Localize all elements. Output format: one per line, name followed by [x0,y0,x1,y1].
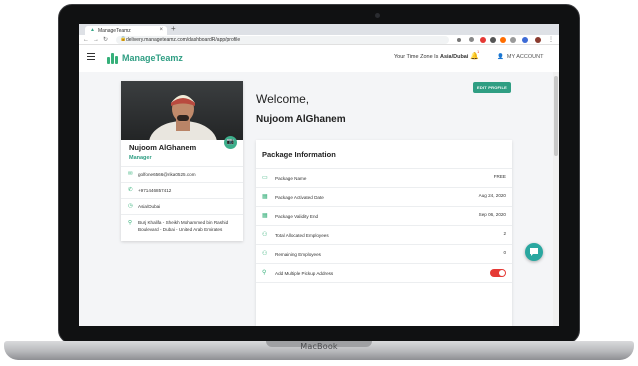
key-icon[interactable] [457,38,461,42]
package-row: ▦ Package Validity End Sep 06, 2020 [256,206,512,225]
notification-badge: 1 [477,49,480,54]
screen: ▲ ManageTeamz × + ← → ↻ 🔒 delivery.manag… [79,24,559,326]
timezone-display: Your Time Zone Is Asia/Dubai [394,54,468,60]
clock-icon: ◷ [128,203,133,209]
profile-timezone: Asia/Dubai [138,204,161,209]
package-icon: ▭ [262,175,268,181]
package-row: ▭ Package Name FREE [256,168,512,187]
package-row-label: Package Activated Date [275,195,324,200]
change-photo-button[interactable]: 📷 [224,136,237,149]
profile-address: Burj Khalifa - Sheikh Mohammed bin Rashi… [138,220,229,232]
package-row-value: Aug 24, 2020 [478,193,506,198]
user-icon: 👤 [497,54,504,60]
profile-timezone-row: ◷ Asia/Dubai [121,198,243,214]
profile-phone: +971446857412 [138,188,172,193]
package-row-value: 2 [503,231,506,236]
package-card: Package Information ▭ Package Name FREE … [256,140,512,326]
package-row: ⚇ Remaining Employees 0 [256,244,512,263]
logo-icon [107,52,119,64]
profile-phone-row: ✆ +971446857412 [121,182,243,198]
lock-icon: 🔒 [120,36,127,42]
brand-name: ManageTeamz [122,53,183,63]
mail-icon: ✉ [128,171,133,177]
reload-icon[interactable]: ↻ [103,35,108,45]
close-tab-icon[interactable]: × [159,27,163,33]
star-icon[interactable] [469,37,474,42]
profile-role: Manager [129,155,152,161]
app-header: ManageTeamz Your Time Zone Is Asia/Dubai… [79,45,559,72]
profile-photo [121,81,243,140]
my-account-button[interactable]: 👤 MY ACCOUNT [497,54,543,60]
browser-address-bar: ← → ↻ 🔒 delivery.manageteamz.com/dashboa… [79,35,559,45]
account-label: MY ACCOUNT [506,54,544,60]
remaining-employees-icon: ⚇ [262,251,268,257]
welcome-user-name: Nujoom AlGhanem [256,114,346,125]
extension-orange-icon[interactable] [500,37,506,43]
chat-button[interactable] [525,243,543,261]
forward-icon[interactable]: → [93,35,99,45]
multiple-pickup-toggle[interactable] [490,269,506,277]
browser-tab[interactable]: ▲ ManageTeamz × [85,26,167,35]
package-row: ⚇ Total Allocated Employees 2 [256,225,512,244]
calendar-icon: ▦ [262,194,268,200]
avatar[interactable] [535,37,541,43]
package-row-value: FREE [493,174,506,179]
profile-email: golfone6566@rika0525.com [138,172,196,177]
url-text: delivery.manageteamz.com/dashboardR/app/… [126,37,241,43]
package-row-value: 0 [503,250,506,255]
extension-grey-icon[interactable] [510,37,516,43]
package-row-value: Sep 06, 2020 [478,212,506,217]
browser-tabbar: ▲ ManageTeamz × + [79,24,559,35]
package-row-label: Add Multiple Pickup Address [275,271,334,276]
brand-logo[interactable]: ManageTeamz [107,52,183,64]
package-title: Package Information [262,150,336,159]
location-pin-icon: ⚲ [128,220,133,226]
package-row: ▦ Package Activated Date Aug 24, 2020 [256,187,512,206]
device-label: MacBook [300,342,338,351]
package-row-label: Total Allocated Employees [275,233,329,238]
profile-address-row: ⚲ Burj Khalifa - Sheikh Mohammed bin Ras… [121,214,243,241]
profile-email-row: ✉ golfone6566@rika0525.com [121,166,243,182]
extension-red-icon[interactable] [480,37,486,43]
new-tab-icon[interactable]: + [171,24,176,33]
profile-card: 📷 Nujoom AlGhanem Manager ✉ golfone6566@… [121,81,243,241]
tab-title: ManageTeamz [98,28,131,34]
timezone-value: Asia/Dubai [439,54,469,60]
package-row-label: Package Validity End [275,214,319,219]
calendar-end-icon: ▦ [262,213,268,219]
extension-dark-icon[interactable] [490,37,496,43]
package-row [256,282,512,301]
timezone-prefix: Your Time Zone Is [394,54,439,60]
package-row-label: Remaining Employees [275,252,321,257]
pickup-location-icon: ⚲ [262,270,267,276]
edit-profile-button[interactable]: EDIT PROFILE [473,82,511,93]
camera-icon: 📷 [226,139,235,145]
hamburger-icon[interactable] [87,53,95,62]
chat-icon [530,248,538,256]
extension-blue-icon[interactable] [522,37,528,43]
profile-name: Nujoom AlGhanem [129,143,197,152]
main-content: 📷 Nujoom AlGhanem Manager ✉ golfone6566@… [79,72,559,326]
phone-icon: ✆ [128,187,133,193]
webcam-icon [375,13,380,18]
page-scrollbar[interactable] [553,72,559,326]
welcome-heading: Welcome, [256,92,310,106]
url-input[interactable]: 🔒 delivery.manageteamz.com/dashboardR/ap… [116,36,449,44]
favicon-icon: ▲ [90,27,95,33]
person-photo-icon [149,95,217,140]
back-icon[interactable]: ← [83,35,89,45]
package-row: ⚲ Add Multiple Pickup Address [256,263,512,282]
package-row-label: Package Name [275,176,307,181]
employees-icon: ⚇ [262,232,268,238]
menu-icon[interactable]: ⋮ [548,35,554,45]
